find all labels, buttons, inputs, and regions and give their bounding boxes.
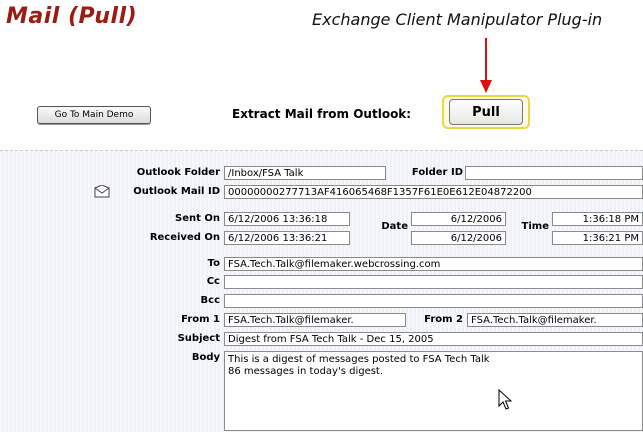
- from1-label: From 1: [181, 314, 220, 325]
- go-to-main-demo-button[interactable]: Go To Main Demo: [37, 106, 151, 124]
- bcc-label: Bcc: [200, 295, 220, 306]
- mouse-pointer-icon: [498, 389, 512, 410]
- cc-field[interactable]: [224, 275, 643, 289]
- subject-label: Subject: [177, 333, 220, 344]
- outlook-folder-field[interactable]: /Inbox/FSA Talk: [224, 166, 386, 180]
- plugin-subtitle: Exchange Client Manipulator Plug-in: [312, 10, 603, 29]
- outlook-mail-id-field[interactable]: 00000000277713AF416065468F1357F61E0E612E…: [224, 185, 643, 199]
- received-on-field[interactable]: 6/12/2006 13:36:21: [224, 231, 350, 245]
- from2-label: From 2: [424, 314, 463, 325]
- subject-field[interactable]: Digest from FSA Tech Talk - Dec 15, 2005: [224, 332, 643, 346]
- sent-on-field[interactable]: 6/12/2006 13:36:18: [224, 212, 350, 226]
- cc-label: Cc: [206, 276, 220, 287]
- body-label: Body: [191, 352, 220, 363]
- sent-date-field[interactable]: 6/12/2006: [411, 212, 506, 226]
- folder-id-label: Folder ID: [411, 167, 463, 178]
- sent-time-field[interactable]: 1:36:18 PM: [552, 212, 643, 226]
- mail-icon: [94, 185, 110, 198]
- to-field[interactable]: FSA.Tech.Talk@filemaker.webcrossing.com: [224, 257, 643, 271]
- outlook-folder-label: Outlook Folder: [136, 167, 220, 178]
- from2-field[interactable]: FSA.Tech.Talk@filemaker.: [467, 313, 643, 327]
- received-date-field[interactable]: 6/12/2006: [411, 231, 506, 245]
- down-arrow-icon: [480, 38, 492, 93]
- to-label: To: [207, 258, 220, 269]
- folder-id-field[interactable]: [465, 166, 643, 180]
- body-field[interactable]: This is a digest of messages posted to F…: [224, 351, 643, 431]
- pull-button[interactable]: Pull: [449, 99, 523, 125]
- received-on-label: Received On: [149, 232, 220, 243]
- outlook-mail-id-label: Outlook Mail ID: [133, 186, 220, 197]
- date-label: Date: [381, 221, 408, 232]
- time-label: Time: [521, 221, 549, 232]
- page-title: Mail (Pull): [6, 4, 138, 29]
- received-time-field[interactable]: 1:36:21 PM: [552, 231, 643, 245]
- bcc-field[interactable]: [224, 294, 643, 308]
- extract-mail-label: Extract Mail from Outlook:: [232, 107, 412, 121]
- sent-on-label: Sent On: [175, 213, 220, 224]
- from1-field[interactable]: FSA.Tech.Talk@filemaker.: [224, 313, 406, 327]
